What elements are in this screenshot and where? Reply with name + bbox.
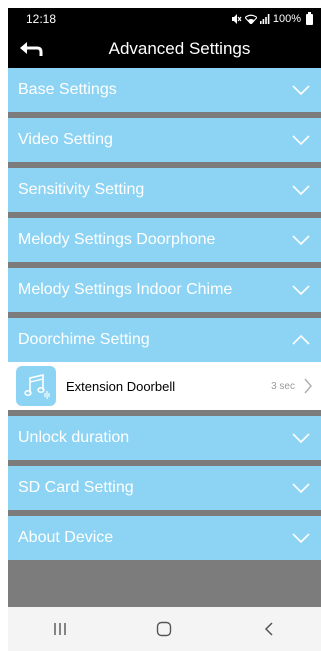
home-icon — [157, 621, 172, 637]
menu-item-label: Unlock duration — [18, 429, 130, 446]
battery-icon — [306, 11, 313, 25]
system-nav-bar — [8, 607, 321, 651]
menu-item-label: SD Card Setting — [18, 479, 134, 496]
wifi-icon — [244, 14, 257, 24]
status-time: 12:18 — [26, 12, 57, 26]
back-button[interactable] — [16, 36, 46, 62]
menu-unlock-duration[interactable]: Unlock duration — [8, 416, 321, 460]
extension-doorbell-value: 3 sec — [271, 380, 295, 392]
menu-video-setting[interactable]: Video Setting — [8, 118, 321, 162]
menu-about-device[interactable]: About Device — [8, 516, 321, 560]
status-bar: 12:18 100% — [8, 8, 321, 30]
menu-item-label: Doorchime Setting — [18, 331, 150, 348]
menu-melody-indoor-chime[interactable]: Melody Settings Indoor Chime — [8, 268, 321, 312]
menu-item-label: About Device — [18, 529, 114, 546]
page-title: Advanced Settings — [108, 39, 251, 58]
menu-doorchime-setting[interactable]: Doorchime Setting — [8, 318, 321, 362]
settings-menu: Base Settings Video Setting Sensitivity … — [8, 68, 321, 560]
menu-melody-doorphone[interactable]: Melody Settings Doorphone — [8, 218, 321, 262]
mute-icon — [231, 14, 242, 24]
chevron-down-icon — [292, 483, 310, 494]
nav-back-button[interactable] — [249, 614, 289, 644]
nav-back-icon — [264, 622, 273, 636]
menu-item-label: Video Setting — [18, 131, 113, 148]
chevron-down-icon — [292, 85, 310, 96]
app-header: Advanced Settings — [8, 30, 321, 68]
chevron-down-icon — [292, 533, 310, 544]
menu-sensitivity-setting[interactable]: Sensitivity Setting — [8, 168, 321, 212]
extension-doorbell-row[interactable]: Extension Doorbell 3 sec — [8, 362, 321, 410]
recent-apps-icon — [54, 623, 66, 635]
chevron-right-icon — [304, 378, 312, 394]
status-icons: 100% — [231, 11, 313, 25]
chevron-up-icon — [292, 334, 310, 345]
menu-item-label: Base Settings — [18, 81, 117, 98]
signal-icon — [259, 14, 270, 24]
menu-item-label: Sensitivity Setting — [18, 181, 145, 198]
menu-base-settings[interactable]: Base Settings — [8, 68, 321, 112]
chevron-down-icon — [292, 135, 310, 146]
menu-item-label: Melody Settings Indoor Chime — [18, 281, 233, 298]
chevron-down-icon — [292, 185, 310, 196]
menu-sd-card-setting[interactable]: SD Card Setting — [8, 466, 321, 510]
extension-doorbell-label: Extension Doorbell — [66, 378, 176, 394]
chevron-down-icon — [292, 285, 310, 296]
chevron-down-icon — [292, 235, 310, 246]
music-note-icon — [16, 366, 56, 406]
back-arrow-icon — [20, 42, 43, 56]
recent-apps-button[interactable] — [40, 614, 80, 644]
battery-percentage: 100% — [272, 13, 301, 25]
phone-screen: 12:18 100% Advanced Settings Base Settin… — [8, 8, 321, 651]
chevron-down-icon — [292, 433, 310, 444]
menu-item-label: Melody Settings Doorphone — [18, 231, 216, 248]
home-button[interactable] — [144, 614, 184, 644]
